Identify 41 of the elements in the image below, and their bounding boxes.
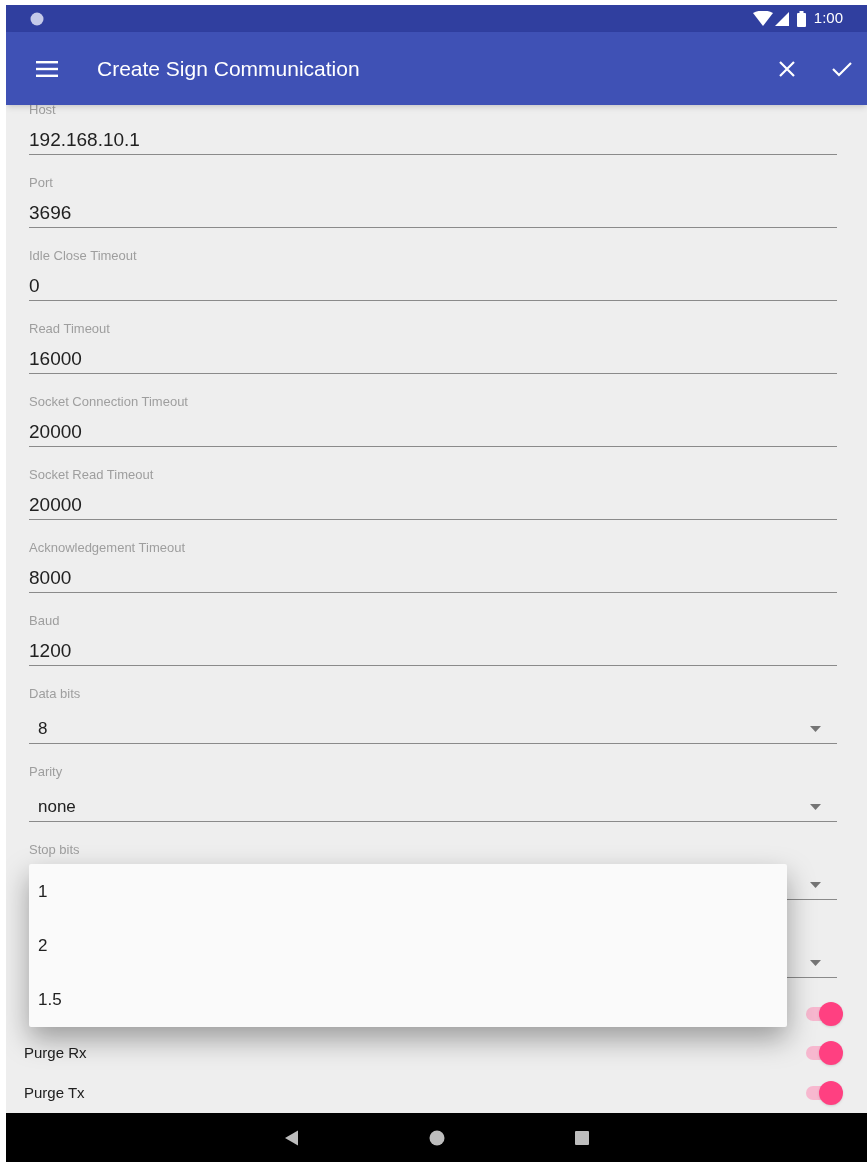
field-label: Idle Close Timeout bbox=[29, 248, 138, 264]
field-label: Acknowledgement Timeout bbox=[29, 540, 187, 556]
field-label: Stop bits bbox=[29, 842, 81, 858]
text-field[interactable]: 20000 bbox=[29, 418, 837, 447]
status-time: 1:00 bbox=[813, 8, 843, 29]
signal-icon bbox=[774, 11, 789, 26]
dropdown-field[interactable]: none bbox=[29, 793, 837, 822]
text-field[interactable]: 0 bbox=[29, 272, 837, 301]
toggle-switch[interactable] bbox=[806, 1080, 843, 1105]
field-label: Baud bbox=[29, 613, 61, 629]
recents-icon[interactable] bbox=[572, 1128, 591, 1147]
field-label: Socket Connection Timeout bbox=[29, 394, 189, 410]
dropdown-arrow-icon bbox=[810, 726, 821, 732]
switch-label: Purge Tx bbox=[24, 1082, 86, 1103]
text-field[interactable]: 16000 bbox=[29, 345, 837, 374]
field-label: Parity bbox=[29, 764, 64, 780]
toggle-switch[interactable] bbox=[806, 1041, 843, 1066]
dropdown-arrow-icon bbox=[810, 804, 821, 810]
field-label: Read Timeout bbox=[29, 321, 111, 337]
field-label: Port bbox=[29, 175, 54, 191]
battery-icon bbox=[796, 10, 806, 27]
field-label: Data bits bbox=[29, 686, 82, 702]
switch-label: Purge Rx bbox=[24, 1043, 88, 1063]
field-label: Socket Read Timeout bbox=[29, 467, 155, 483]
text-field[interactable]: 192.168.10.1 bbox=[29, 126, 837, 155]
menu-option[interactable]: 2 bbox=[29, 919, 787, 973]
notification-dot-icon bbox=[30, 11, 44, 26]
text-field[interactable]: 1200 bbox=[29, 637, 837, 666]
text-field[interactable]: 8000 bbox=[29, 564, 837, 593]
dropdown-arrow-icon bbox=[810, 960, 821, 966]
app-bar-title: Create Sign Communication bbox=[97, 55, 360, 82]
menu-option[interactable]: 1 bbox=[29, 865, 787, 919]
home-icon[interactable] bbox=[427, 1128, 446, 1147]
toggle-switch[interactable] bbox=[806, 1001, 843, 1026]
menu-option[interactable]: 1.5 bbox=[29, 973, 787, 1027]
text-field[interactable]: 20000 bbox=[29, 491, 837, 520]
dropdown-arrow-icon bbox=[810, 882, 821, 888]
field-label: Host bbox=[29, 105, 57, 118]
dropdown-field[interactable]: 8 bbox=[29, 715, 837, 744]
wifi-icon bbox=[752, 11, 773, 26]
text-field[interactable]: 3696 bbox=[29, 199, 837, 228]
